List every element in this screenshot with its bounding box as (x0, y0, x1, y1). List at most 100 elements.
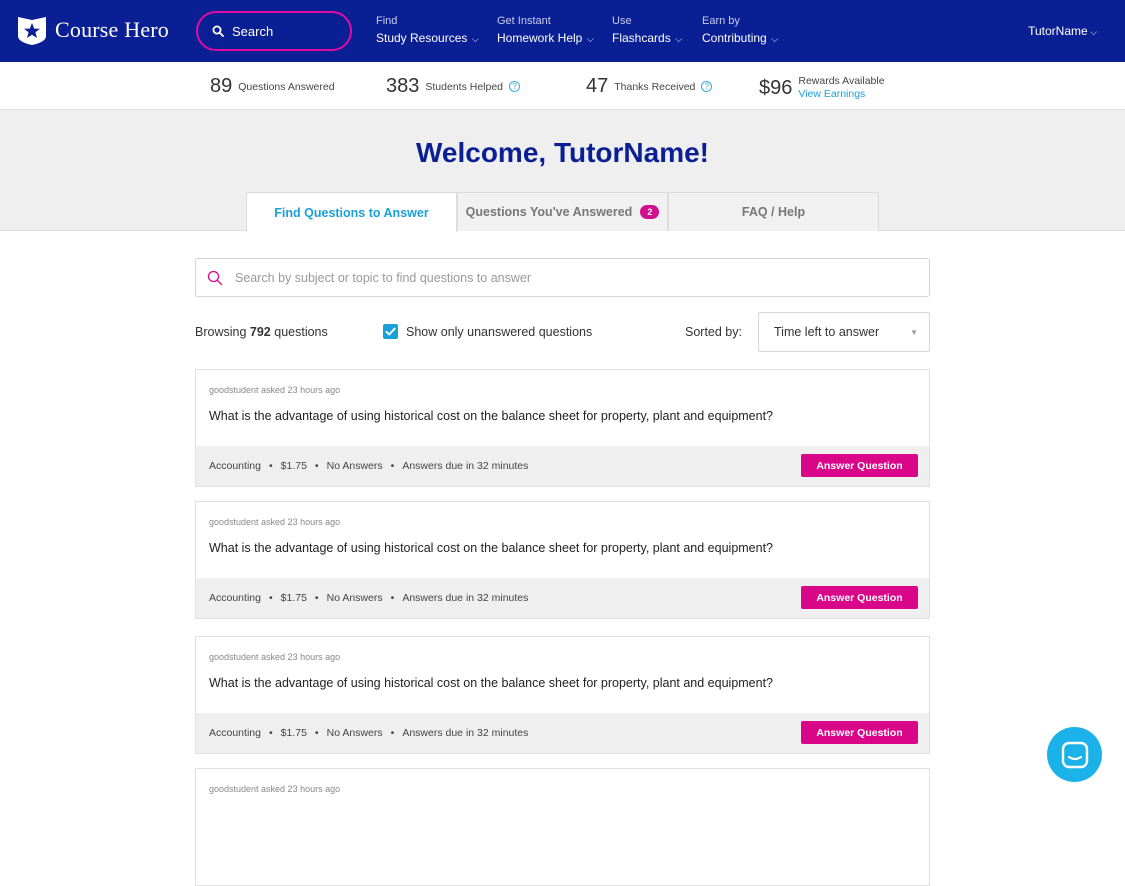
sort-value: Time left to answer (774, 325, 880, 339)
question-card-footer: Accounting • $1.75 • No Answers • Answers due … (196, 578, 929, 618)
due-time: Answers due in 32 minutes (402, 460, 529, 472)
filter-bar: Browsing 792 questions Show only unanswe… (195, 312, 930, 352)
nav-search-label: Search (232, 23, 274, 39)
browsing-count: Browsing 792 questions (195, 325, 328, 339)
separator: • (314, 460, 319, 472)
question-text[interactable]: What is the advantage of using historica… (209, 676, 773, 690)
chevron-down-icon: ⌵ (469, 34, 479, 44)
unanswered-checkbox[interactable] (383, 324, 398, 339)
course-hero-logo[interactable]: Course Hero (16, 14, 169, 46)
nav-menu-study-resources[interactable]: Find Study Resources ⌵ (376, 14, 479, 49)
question-meta: Accounting • $1.75 • No Answers • Answers due … (209, 460, 528, 472)
caret-down-icon: ▼ (910, 328, 918, 337)
answer-count: No Answers (326, 460, 383, 472)
sort-select[interactable]: Time left to answer ▼ (758, 312, 930, 352)
question-card: goodstudent asked 23 hours ago (195, 768, 930, 886)
separator: • (314, 592, 319, 604)
stat-questions-answered: 89 Questions Answered (210, 75, 335, 98)
chevron-down-icon: ⌵ (1087, 27, 1097, 37)
stat-value: 47 (586, 75, 609, 97)
search-icon (207, 270, 223, 285)
question-meta: Accounting • $1.75 • No Answers • Answers due … (209, 592, 528, 604)
sorted-by-label: Sorted by: (685, 325, 742, 339)
chat-icon (1061, 741, 1088, 768)
top-nav: Course Hero Search Find Study Resources … (0, 0, 1125, 62)
answer-count: No Answers (326, 592, 383, 604)
question-text[interactable]: What is the advantage of using historica… (209, 409, 773, 423)
star-shield-icon (18, 17, 46, 45)
price: $1.75 (280, 727, 307, 739)
asked-meta: goodstudent asked 23 hours ago (209, 517, 341, 527)
nav-menu-small-label: Find (376, 15, 398, 27)
nav-menu-small-label: Use (612, 15, 632, 27)
nav-menu-small-label: Earn by (702, 15, 740, 27)
question-card-footer: Accounting • $1.75 • No Answers • Answers due … (196, 446, 929, 486)
question-card: goodstudent asked 23 hours ago What is t… (195, 369, 930, 487)
question-search-box (195, 258, 930, 297)
nav-menu-small-label: Get Instant (497, 15, 551, 27)
tab-questions-answered[interactable]: Questions You've Answered 2 (457, 192, 668, 231)
asked-meta: goodstudent asked 23 hours ago (209, 652, 341, 662)
stat-value: $96 (759, 76, 793, 99)
asked-meta: goodstudent asked 23 hours ago (209, 385, 341, 395)
separator: • (268, 727, 273, 739)
question-count: 792 (249, 325, 271, 339)
chevron-down-icon: ⌵ (768, 34, 779, 44)
info-icon[interactable]: ? (701, 81, 713, 92)
tab-label: Find Questions to Answer (274, 205, 429, 220)
brand-name: Course Hero (55, 17, 170, 42)
separator: • (268, 592, 273, 604)
answer-question-button[interactable]: Answer Question (801, 454, 918, 477)
separator: • (314, 727, 319, 739)
stat-label: Students Helped (425, 80, 504, 93)
subject: Accounting (209, 727, 261, 739)
stat-thanks-received: 47 Thanks Received ? (586, 75, 713, 98)
asked-meta: goodstudent asked 23 hours ago (209, 784, 341, 794)
stats-bar: 89 Questions Answered 383 Students Helpe… (0, 62, 1125, 110)
answer-question-button[interactable]: Answer Question (801, 586, 918, 609)
welcome-band: Welcome, TutorName! Find Questions to An… (0, 110, 1125, 232)
nav-search-button[interactable]: Search (196, 11, 352, 51)
due-time: Answers due in 32 minutes (402, 727, 529, 739)
subject: Accounting (209, 592, 261, 604)
chat-launcher-button[interactable] (1047, 727, 1102, 782)
tab-faq-help[interactable]: FAQ / Help (668, 192, 879, 231)
price: $1.75 (280, 460, 307, 472)
unanswered-filter[interactable]: Show only unanswered questions (383, 324, 592, 339)
question-card: goodstudent asked 23 hours ago What is t… (195, 501, 930, 619)
due-time: Answers due in 32 minutes (402, 592, 529, 604)
separator: • (390, 592, 395, 604)
nav-menu-label: Homework Help (497, 31, 583, 45)
user-name: TutorName (1028, 24, 1088, 38)
count-badge: 2 (640, 205, 660, 219)
stat-value: 383 (386, 75, 420, 97)
nav-menu-contributing[interactable]: Earn by Contributing ⌵ (702, 14, 778, 49)
stat-value: 89 (210, 75, 233, 97)
nav-menu-label: Flashcards (612, 31, 671, 45)
user-menu[interactable]: TutorName ⌵ (1028, 24, 1097, 38)
view-earnings-link[interactable]: View Earnings (798, 88, 884, 101)
question-card: goodstudent asked 23 hours ago What is t… (195, 636, 930, 754)
separator: • (390, 727, 395, 739)
nav-menu-label: Study Resources (376, 31, 468, 45)
answer-count: No Answers (326, 727, 383, 739)
question-text[interactable]: What is the advantage of using historica… (209, 541, 773, 555)
nav-menu-label: Contributing (702, 31, 767, 45)
browsing-prefix: Browsing (195, 325, 247, 339)
search-icon (212, 25, 224, 37)
chevron-down-icon: ⌵ (584, 34, 594, 44)
tab-label: FAQ / Help (741, 205, 806, 219)
chevron-down-icon: ⌵ (672, 34, 683, 44)
answer-question-button[interactable]: Answer Question (801, 721, 918, 744)
tab-label: Questions You've Answered (465, 205, 633, 219)
checkmark-icon (385, 327, 396, 336)
stat-label: Thanks Received (614, 80, 696, 93)
separator: • (268, 460, 273, 472)
tab-find-questions[interactable]: Find Questions to Answer (246, 192, 457, 232)
separator: • (390, 460, 395, 472)
stat-rewards: $96 Rewards Available View Earnings (759, 75, 885, 101)
question-search-input[interactable] (235, 270, 915, 285)
nav-menu-flashcards[interactable]: Use Flashcards ⌵ (612, 14, 682, 49)
nav-menu-homework-help[interactable]: Get Instant Homework Help ⌵ (497, 14, 594, 49)
info-icon[interactable]: ? (509, 81, 521, 92)
